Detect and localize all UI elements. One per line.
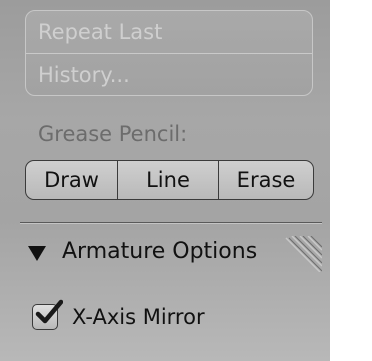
armature-options-title: Armature Options — [62, 239, 258, 264]
panel-separator — [20, 222, 322, 223]
tool-shelf-panel: Repeat Last History... Grease Pencil: Dr… — [0, 0, 330, 361]
history-group: Repeat Last History... — [25, 10, 313, 96]
erase-button[interactable]: Erase — [219, 161, 313, 199]
x-axis-mirror-label: X-Axis Mirror — [72, 305, 205, 329]
draw-button[interactable]: Draw — [26, 161, 118, 199]
x-axis-mirror-row[interactable]: X-Axis Mirror — [32, 299, 292, 334]
line-button[interactable]: Line — [118, 161, 219, 199]
grease-pencil-button-group: Draw Line Erase — [25, 160, 314, 200]
checkmark-icon — [35, 299, 63, 324]
grease-pencil-label: Grease Pencil: — [38, 122, 188, 146]
history-button[interactable]: History... — [26, 54, 312, 96]
repeat-last-button[interactable]: Repeat Last — [26, 11, 312, 53]
background — [330, 0, 372, 361]
armature-options-header[interactable]: Armature Options — [28, 236, 328, 272]
triangle-down-icon[interactable] — [28, 246, 46, 261]
drag-grip-icon[interactable] — [278, 236, 322, 272]
x-axis-mirror-checkbox[interactable] — [32, 299, 63, 330]
